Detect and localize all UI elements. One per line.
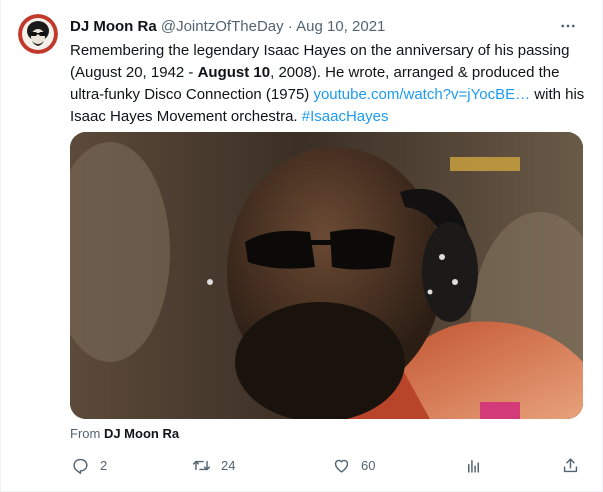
like-count: 60: [361, 457, 376, 473]
share-button[interactable]: [561, 450, 580, 480]
reply-icon: [73, 458, 88, 474]
display-name[interactable]: DJ Moon Ra: [70, 18, 157, 35]
tweet-text: Remembering the legendary Isaac Hayes on…: [70, 40, 590, 128]
text-bold: August 10: [197, 64, 271, 81]
retweet-icon: [192, 460, 211, 470]
reply-button[interactable]: 2: [71, 450, 107, 480]
retweet-count: 24: [221, 457, 236, 473]
from-name[interactable]: DJ Moon Ra: [104, 426, 179, 441]
more-options-icon[interactable]: [556, 14, 580, 38]
hashtag-link[interactable]: #IsaacHayes: [302, 108, 389, 125]
heart-icon: [334, 459, 349, 473]
tweet-card[interactable]: DJ Moon Ra @JointzOfTheDay · Aug 10, 202…: [0, 0, 603, 492]
handle[interactable]: @JointzOfTheDay: [161, 18, 284, 35]
video-thumbnail[interactable]: [70, 132, 583, 419]
timestamp[interactable]: Aug 10, 2021: [296, 18, 385, 35]
from-attribution: From DJ Moon Ra: [70, 426, 179, 442]
tweet-header: DJ Moon Ra @JointzOfTheDay · Aug 10, 202…: [70, 17, 562, 37]
analytics-icon: [467, 459, 480, 473]
reply-count: 2: [100, 457, 108, 473]
youtube-link[interactable]: youtube.com/watch?v=jYocBE…: [313, 86, 530, 103]
retweet-button[interactable]: 24: [192, 450, 235, 480]
action-bar: 2 24 60: [61, 450, 591, 480]
views-button[interactable]: [464, 450, 483, 480]
from-prefix: From: [70, 426, 104, 441]
separator: ·: [287, 18, 293, 35]
like-button[interactable]: 60: [332, 450, 375, 480]
avatar[interactable]: [18, 14, 58, 54]
share-icon: [563, 457, 578, 472]
